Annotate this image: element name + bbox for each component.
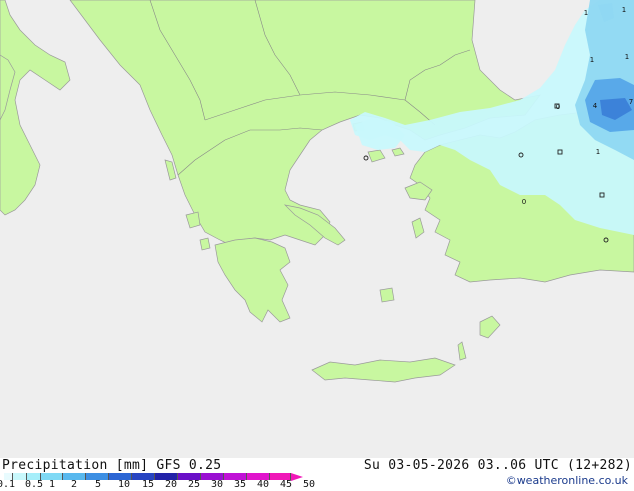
colorbar-tick: 40 [256,479,270,490]
naxos [379,287,395,303]
colorbar-tick: 1 [48,479,56,490]
precip-value-label: 7 [629,98,633,106]
precip-value-label: 1 [584,9,588,17]
precip-value-label: 1 [625,53,629,61]
precip-value-label: 0 [522,198,526,206]
colorbar-tick: 15 [141,479,155,490]
colorbar-tick: 35 [233,479,247,490]
colorbar-tick: 2 [70,479,78,490]
zakynthos [199,237,211,251]
colorbar-tick: 45 [279,479,293,490]
precip-value-label: 4 [593,102,598,110]
valid-time: Su 03-05-2026 03..06 UTC (12+282) [363,458,632,473]
colorbar-tick: 5 [94,479,102,490]
precip-value-label: 1 [590,56,594,64]
precip-value-label: 1 [622,6,626,14]
colorbar-tick: 30 [210,479,224,490]
map-footer: Precipitation [mm] GFS 0.25 Su 03-05-202… [0,458,634,490]
colorbar-tick: 50 [302,479,316,490]
colorbar-tick: 0.1 [0,479,16,490]
credit-link[interactable]: ©weatheronline.co.uk [506,474,628,487]
colorbar-tick: 10 [117,479,131,490]
colorbar-tick: 20 [164,479,178,490]
chart-title: Precipitation [mm] GFS 0.25 [2,458,222,473]
precip-value-label: 0 [556,103,560,111]
precipitation-map: 1 11 14 7100 [0,0,634,458]
colorbar-tick: 0.5 [24,479,44,490]
colorbar-tick: 25 [187,479,201,490]
colorbar-tick-labels: 0.10.5125101520253035404550 [0,479,340,491]
precip-value-label: 1 [596,148,600,156]
